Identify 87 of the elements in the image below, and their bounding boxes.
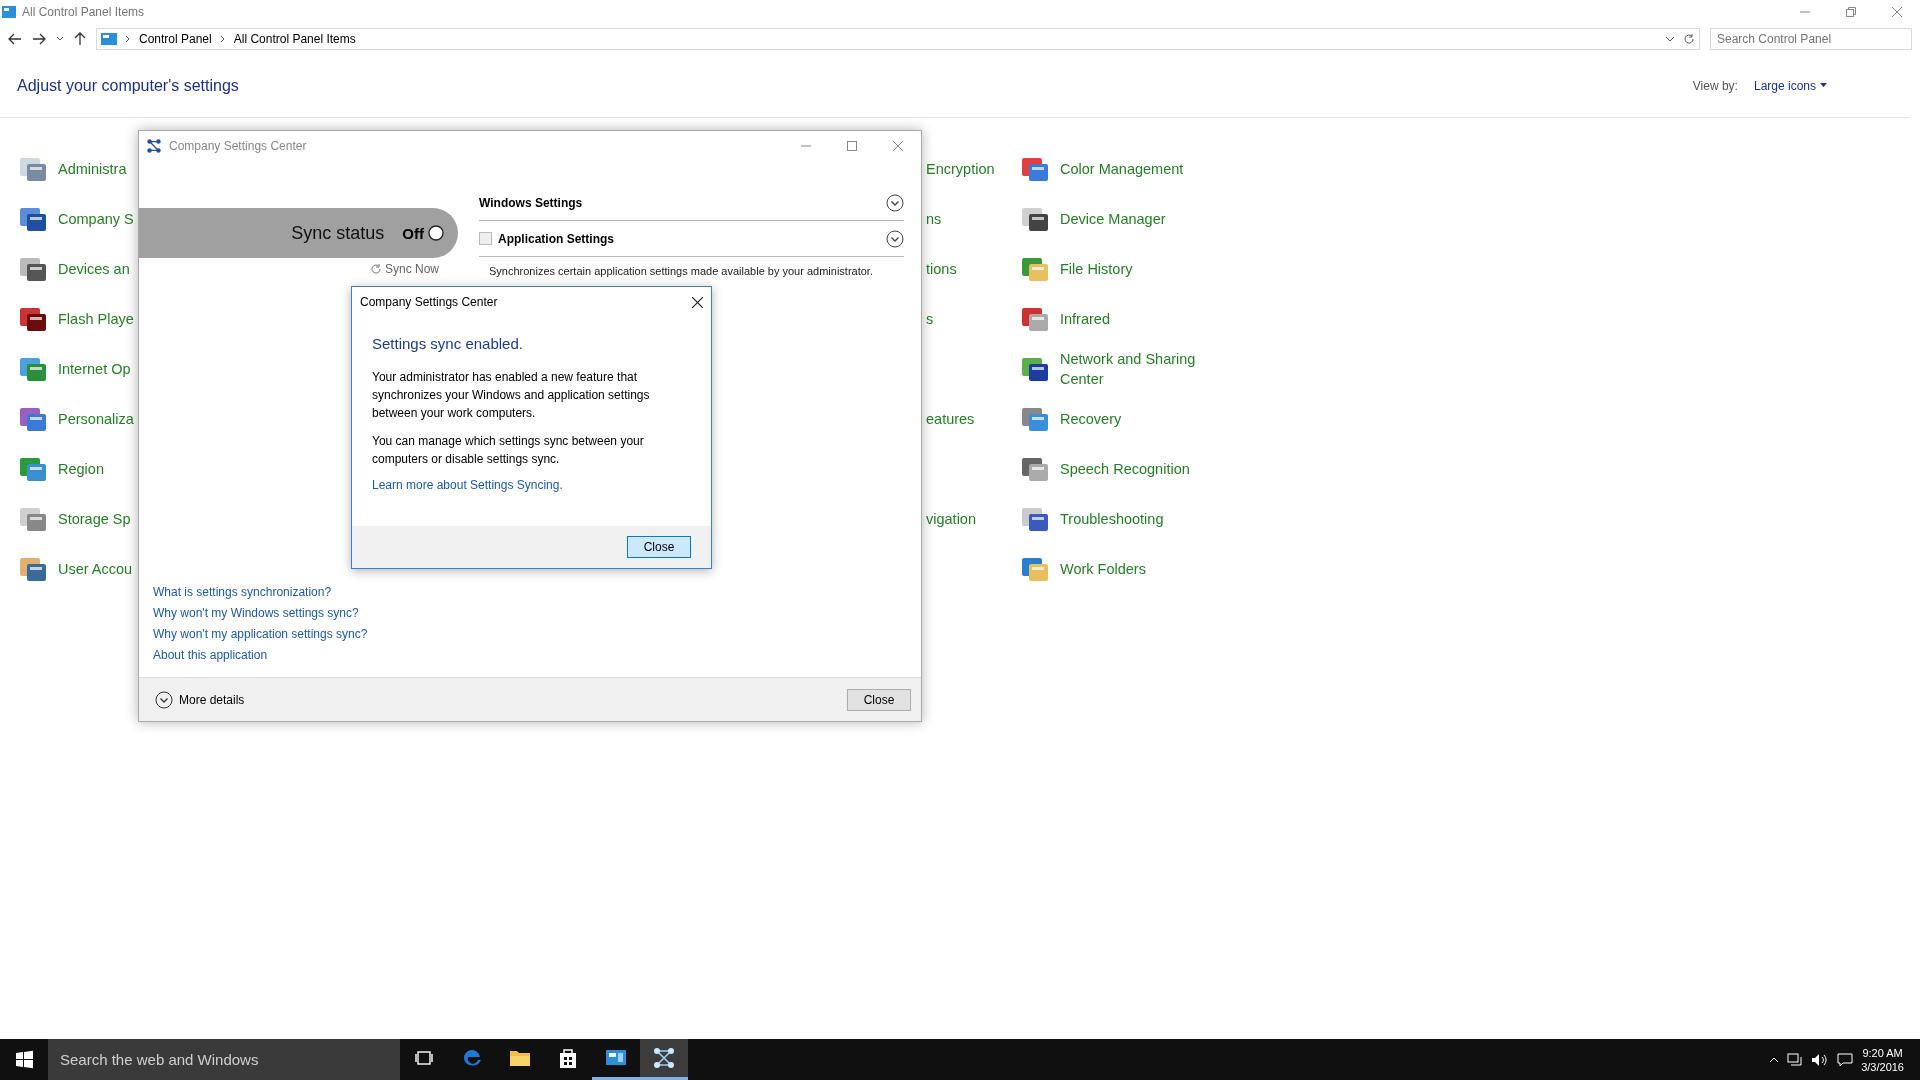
section-title: Application Settings: [498, 231, 614, 246]
network-nodes-icon: [147, 139, 161, 153]
window-title: Company Settings Center: [169, 139, 307, 153]
network-icon[interactable]: [1787, 1052, 1804, 1067]
clock[interactable]: 9:20 AM 3/3/2016: [1861, 1045, 1904, 1074]
applet-link[interactable]: Encryption: [926, 159, 995, 179]
forward-arrow-icon[interactable]: [32, 33, 46, 45]
applet-link[interactable]: File History: [1060, 259, 1220, 279]
expand-chevron-icon[interactable]: [886, 193, 904, 212]
close-button[interactable]: Close: [847, 688, 911, 711]
dropdown-caret-icon[interactable]: [56, 36, 64, 42]
close-button[interactable]: Close: [627, 536, 691, 558]
applet-link[interactable]: Color Management: [1060, 159, 1220, 179]
maximize-icon[interactable]: [847, 141, 857, 151]
applet-link[interactable]: User Accou: [58, 559, 133, 579]
clock-date: 3/3/2016: [1861, 1059, 1904, 1074]
breadcrumb[interactable]: Control Panel: [139, 32, 212, 46]
applet-link[interactable]: Speech Recognition: [1060, 459, 1220, 479]
folder-icon: [509, 1048, 531, 1068]
applet-link[interactable]: s: [926, 309, 934, 329]
help-link[interactable]: What is settings synchronization?: [153, 585, 368, 600]
expand-chevron-icon[interactable]: [886, 229, 904, 248]
applet-link[interactable]: Work Folders: [1060, 559, 1220, 579]
message-icon[interactable]: [1837, 1052, 1854, 1067]
more-details-button[interactable]: More details: [149, 689, 251, 710]
dialog-heading: Settings sync enabled.: [372, 335, 524, 352]
applet-link[interactable]: tions: [926, 259, 957, 279]
clock-time: 9:20 AM: [1862, 1045, 1903, 1060]
task-view-icon: [415, 1050, 433, 1066]
dialog-title: Company Settings Center: [360, 295, 498, 309]
applet-link[interactable]: Device Manager: [1060, 209, 1220, 229]
applet-link[interactable]: eatures: [926, 409, 975, 429]
applet-link[interactable]: Recovery: [1060, 409, 1220, 429]
dialog-text: Your administrator has enabled a new feature that synchronizes your Windows and application settings between your work computers.: [372, 369, 651, 422]
view-by-dropdown[interactable]: Large icons: [1747, 77, 1833, 94]
volume-icon[interactable]: [1811, 1052, 1830, 1067]
address-bar[interactable]: Control Panel All Control Panel Items: [96, 28, 1700, 50]
help-link[interactable]: About this application: [153, 648, 368, 663]
network-nodes-icon: [653, 1047, 675, 1069]
shopping-bag-icon: [558, 1047, 578, 1069]
control-panel-icon: [605, 1048, 627, 1068]
page-heading: Adjust your computer's settings: [17, 76, 239, 95]
checkbox[interactable]: [479, 232, 492, 245]
back-arrow-icon[interactable]: [8, 33, 22, 45]
up-arrow-icon[interactable]: [74, 32, 86, 46]
search-field[interactable]: Search Control Panel: [1710, 28, 1912, 50]
applet-link[interactable]: Flash Playe: [58, 309, 134, 329]
chevron-right-icon: [219, 35, 226, 43]
expand-chevron-icon: [155, 690, 173, 709]
applet-link[interactable]: Administra: [58, 159, 127, 179]
caret-icon[interactable]: [1820, 83, 1827, 88]
dialog-text: You can manage which settings sync between your computers or disable settings sync.: [372, 433, 645, 468]
caret-up-icon[interactable]: [1769, 1056, 1780, 1063]
restore-icon[interactable]: [1846, 7, 1856, 17]
applet-link[interactable]: Infrared: [1060, 309, 1220, 329]
applet-link[interactable]: ns: [926, 209, 942, 229]
settings-section-header[interactable]: Windows Settings: [479, 185, 904, 221]
applet-link[interactable]: Region: [58, 459, 104, 479]
applet-link[interactable]: Storage Sp: [58, 509, 131, 529]
applet-link[interactable]: Personaliza: [58, 409, 134, 429]
refresh-icon[interactable]: [1683, 33, 1695, 45]
learn-more-link[interactable]: Learn more about Settings Syncing.: [372, 478, 691, 493]
control-panel-icon: [101, 33, 117, 45]
window-title: All Control Panel Items: [22, 5, 145, 19]
breadcrumb[interactable]: All Control Panel Items: [233, 32, 356, 46]
close-icon[interactable]: [692, 296, 703, 308]
browser-icon: [461, 1047, 483, 1069]
view-by-label: View by:: [1692, 78, 1738, 93]
taskbar-app-button[interactable]: [640, 1039, 688, 1080]
chevron-right-icon: [125, 35, 131, 43]
applet-link[interactable]: Devices an: [58, 259, 130, 279]
sync-now-button[interactable]: Sync Now: [363, 261, 445, 277]
applet-link[interactable]: Troubleshooting: [1060, 509, 1220, 529]
applet-link[interactable]: Internet Op: [58, 359, 131, 379]
section-description: Synchronizes certain application settings made available by your administrator.: [488, 264, 874, 277]
refresh-icon: [369, 263, 382, 275]
applet-link[interactable]: Network and Sharing Center: [1060, 349, 1220, 389]
help-link[interactable]: Why won't my application settings sync?: [153, 627, 368, 642]
help-link[interactable]: Why won't my Windows settings sync?: [153, 606, 368, 621]
applet-link[interactable]: Company S: [58, 209, 134, 229]
sync-toggle[interactable]: Off: [402, 224, 444, 242]
section-title: Windows Settings: [479, 195, 583, 210]
taskbar-search-field[interactable]: Search the web and Windows: [48, 1039, 400, 1080]
dropdown-caret-icon: [1665, 36, 1675, 42]
settings-section-header[interactable]: Application Settings: [479, 221, 904, 257]
sync-status-label: Sync status: [291, 222, 385, 244]
applet-link[interactable]: vigation: [926, 509, 976, 529]
